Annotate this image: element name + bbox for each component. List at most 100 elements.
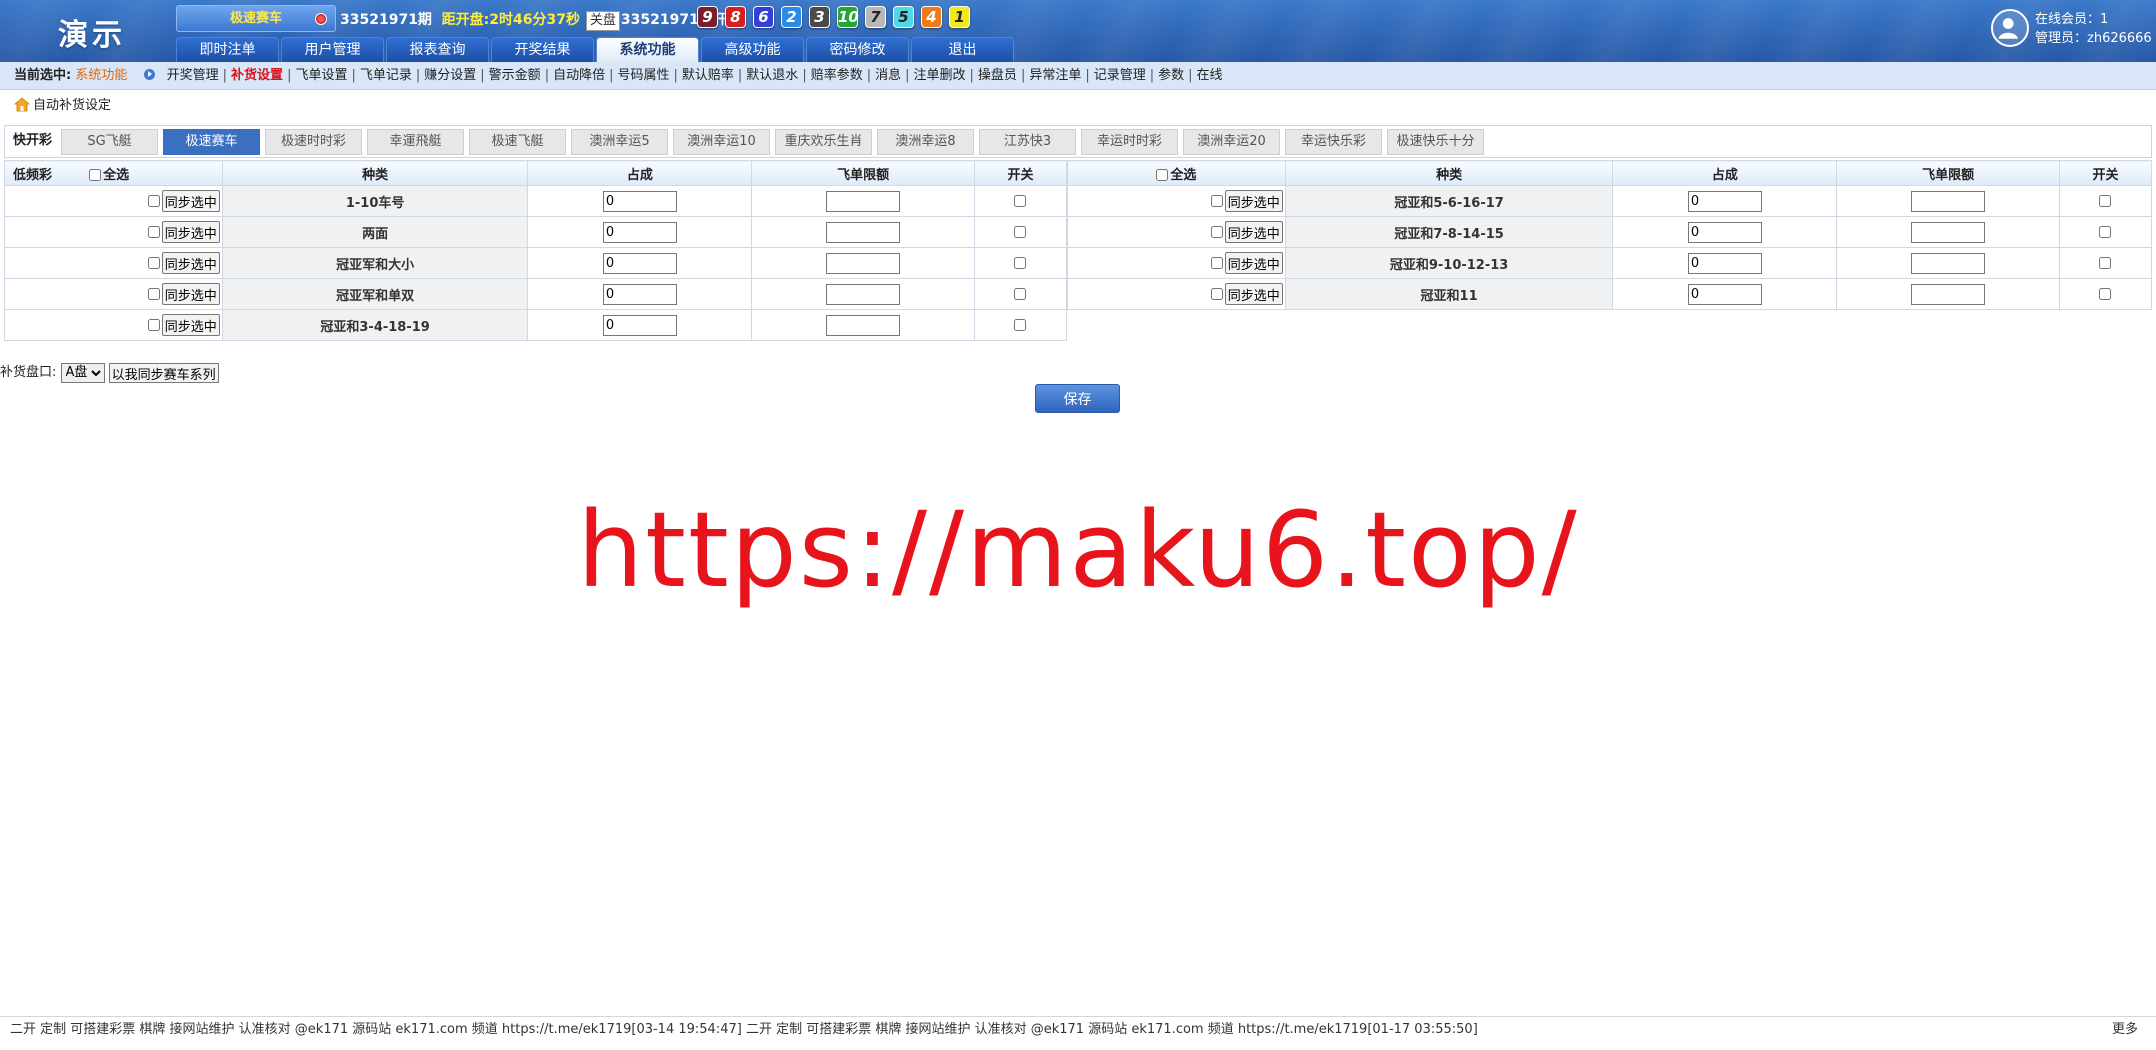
game-tab[interactable]: 极速飞艇 <box>469 129 567 155</box>
row-select-checkbox[interactable] <box>1210 195 1223 207</box>
row-select-checkbox[interactable] <box>1210 288 1223 300</box>
sync-selected-button[interactable]: 同步选中 <box>161 283 220 305</box>
sub-nav-item[interactable]: 自动降倍 <box>553 68 605 83</box>
row-select-checkbox[interactable] <box>147 319 160 331</box>
row-select-checkbox[interactable] <box>1210 226 1223 238</box>
sub-nav: 当前选中: 系统功能 开奖管理 | 补货设置 | 飞单设置 | 飞单记录 | 赚分设置 | 警示金额… <box>0 62 2156 90</box>
nav-tab[interactable]: 系统功能 <box>596 37 699 62</box>
switch-checkbox[interactable] <box>2098 195 2111 207</box>
nav-tab[interactable]: 密码修改 <box>806 37 909 62</box>
share-input[interactable] <box>1687 252 1762 274</box>
select-all-checkbox-left[interactable] <box>89 169 102 181</box>
sub-nav-item[interactable]: 警示金额 <box>489 68 541 83</box>
switch-checkbox[interactable] <box>1013 195 1026 207</box>
more-link[interactable]: 更多 <box>2112 1017 2138 1043</box>
game-tab[interactable]: 极速快乐十分 <box>1387 129 1485 155</box>
share-input[interactable] <box>602 221 677 243</box>
share-input[interactable] <box>1687 221 1762 243</box>
share-cell <box>527 309 753 341</box>
game-tab[interactable]: 极速时时彩 <box>265 129 363 155</box>
share-input[interactable] <box>602 283 677 305</box>
switch-checkbox[interactable] <box>2098 257 2111 269</box>
nav-tab[interactable]: 用户管理 <box>281 37 384 62</box>
sync-selected-button[interactable]: 同步选中 <box>161 252 220 274</box>
nav-tab[interactable]: 即时注单 <box>176 37 279 62</box>
type-cell: 冠亚和5-6-16-17 <box>1284 185 1614 217</box>
nav-tab[interactable]: 报表查询 <box>386 37 489 62</box>
sub-nav-item[interactable]: 默认退水 <box>746 68 798 83</box>
nav-tab[interactable]: 高级功能 <box>701 37 804 62</box>
sub-nav-item[interactable]: 注单删改 <box>914 68 966 83</box>
limit-input[interactable] <box>1911 190 1986 212</box>
row-select-checkbox[interactable] <box>147 226 160 238</box>
nav-tab[interactable]: 退出 <box>911 37 1014 62</box>
limit-input[interactable] <box>826 283 901 305</box>
switch-cell <box>974 309 1067 341</box>
sync-selected-button[interactable]: 同步选中 <box>161 314 220 336</box>
panel-select[interactable]: A盘 <box>60 362 105 383</box>
game-tab[interactable]: SG飞艇 <box>61 129 159 155</box>
switch-checkbox[interactable] <box>1013 288 1026 300</box>
row-select-checkbox[interactable] <box>147 288 160 300</box>
share-input[interactable] <box>602 252 677 274</box>
sync-selected-button[interactable]: 同步选中 <box>1224 190 1283 212</box>
limit-input[interactable] <box>1911 252 1986 274</box>
sync-selected-button[interactable]: 同步选中 <box>161 221 220 243</box>
share-input[interactable] <box>602 190 677 212</box>
share-input[interactable] <box>602 314 677 336</box>
row-select-checkbox[interactable] <box>147 195 160 207</box>
current-game-select[interactable]: 极速赛车 <box>176 5 336 32</box>
limit-input[interactable] <box>826 314 901 336</box>
sync-selected-button[interactable]: 同步选中 <box>161 190 220 212</box>
current-selection-value: 系统功能 <box>75 68 128 83</box>
switch-checkbox[interactable] <box>1013 226 1026 238</box>
sub-nav-item[interactable]: 消息 <box>875 68 901 83</box>
sub-nav-item[interactable]: 记录管理 <box>1094 68 1146 83</box>
row-select-checkbox[interactable] <box>1210 257 1223 269</box>
switch-checkbox[interactable] <box>1013 319 1026 331</box>
sync-selected-button[interactable]: 同步选中 <box>1224 252 1283 274</box>
switch-checkbox[interactable] <box>2098 226 2111 238</box>
game-tab[interactable]: 澳洲幸运10 <box>673 129 771 155</box>
limit-input[interactable] <box>1911 221 1986 243</box>
save-button[interactable]: 保存 <box>1035 384 1120 413</box>
switch-checkbox[interactable] <box>2098 288 2111 300</box>
share-input[interactable] <box>1687 283 1762 305</box>
game-tab[interactable]: 重庆欢乐生肖 <box>775 129 873 155</box>
sub-nav-item[interactable]: 号码属性 <box>617 68 669 83</box>
sub-nav-item[interactable]: 参数 <box>1158 68 1184 83</box>
select-all-checkbox-right[interactable] <box>1156 169 1169 181</box>
limit-input[interactable] <box>1911 283 1986 305</box>
game-tab[interactable]: 幸运时时彩 <box>1081 129 1179 155</box>
row-select-checkbox[interactable] <box>147 257 160 269</box>
sub-nav-item[interactable]: 赚分设置 <box>424 68 476 83</box>
game-tab[interactable]: 极速赛车 <box>163 129 261 155</box>
game-tab[interactable]: 澳洲幸运5 <box>571 129 669 155</box>
closed-badge: 关盘 <box>585 11 620 31</box>
limit-input[interactable] <box>826 252 901 274</box>
limit-input[interactable] <box>826 190 901 212</box>
sub-nav-item[interactable]: 飞单记录 <box>360 68 412 83</box>
share-cell <box>1612 278 1838 310</box>
sync-series-button[interactable]: 以我同步赛车系列 <box>108 362 219 383</box>
sub-nav-item[interactable]: 赔率参数 <box>811 68 863 83</box>
limit-input[interactable] <box>826 221 901 243</box>
sync-selected-button[interactable]: 同步选中 <box>1224 221 1283 243</box>
game-tab[interactable]: 幸运快乐彩 <box>1285 129 1383 155</box>
sub-nav-item[interactable]: 在线 <box>1197 68 1223 83</box>
game-tab[interactable]: 江苏快3 <box>979 129 1077 155</box>
sub-nav-item[interactable]: 操盘员 <box>978 68 1017 83</box>
game-tab[interactable]: 澳洲幸运20 <box>1183 129 1281 155</box>
sub-nav-item[interactable]: 飞单设置 <box>295 68 347 83</box>
share-input[interactable] <box>1687 190 1762 212</box>
sub-nav-item[interactable]: 补货设置 <box>231 68 283 83</box>
limit-cell <box>1836 185 2061 217</box>
sub-nav-item[interactable]: 默认赔率 <box>682 68 734 83</box>
switch-checkbox[interactable] <box>1013 257 1026 269</box>
sub-nav-item[interactable]: 开奖管理 <box>167 68 219 83</box>
sync-selected-button[interactable]: 同步选中 <box>1224 283 1283 305</box>
game-tab[interactable]: 幸運飛艇 <box>367 129 465 155</box>
sub-nav-item[interactable]: 异常注单 <box>1029 68 1081 83</box>
game-tab[interactable]: 澳洲幸运8 <box>877 129 975 155</box>
nav-tab[interactable]: 开奖结果 <box>491 37 594 62</box>
